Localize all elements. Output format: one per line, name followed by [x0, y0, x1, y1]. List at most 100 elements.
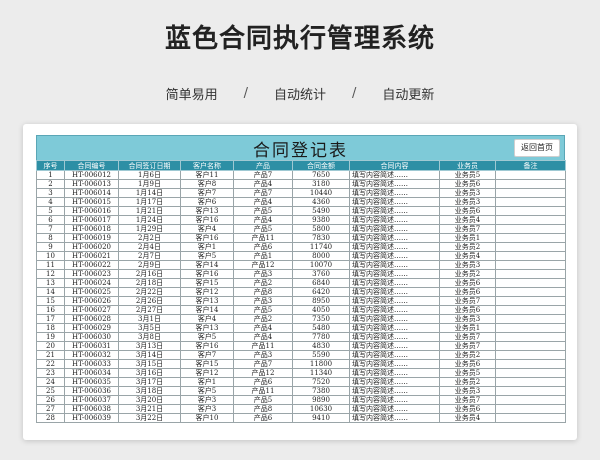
back-home-button[interactable]: 返回首页 [514, 139, 560, 157]
table-cell: 16 [36, 305, 65, 315]
table-cell: 业务员7 [439, 395, 496, 405]
table-cell: 业务员2 [439, 377, 496, 387]
table-cell: 产品3 [233, 269, 293, 279]
table-row: 25 HT-006036 3月18日 客户5 产品11 7380 填写内容简述…… 业务员3 [36, 386, 566, 396]
table-cell: 2 [36, 179, 65, 189]
table-cell: 3月1日 [118, 314, 181, 324]
table-cell: 产品3 [233, 350, 293, 360]
table-cell: 9 [36, 242, 65, 252]
table-cell [495, 179, 566, 189]
table-cell: 3760 [292, 269, 350, 279]
table-cell: 客户16 [180, 215, 234, 225]
table-cell: 业务员7 [439, 296, 496, 306]
table-cell: 产品4 [233, 215, 293, 225]
table-cell: 业务员7 [439, 341, 496, 351]
table-cell: 填写内容简述…… [349, 170, 440, 180]
table-cell: 7380 [292, 386, 350, 396]
table-cell: 产品12 [233, 260, 293, 270]
table-row: 13 HT-006024 2月18日 客户15 产品2 6840 填写内容简述…… 业务员6 [36, 278, 566, 288]
table-cell: 填写内容简述…… [349, 332, 440, 342]
feature-item: 自动统计 [273, 88, 326, 103]
table-cell: 客户13 [180, 206, 234, 216]
table-cell: 18 [36, 323, 65, 333]
table-cell: 业务员6 [439, 179, 496, 189]
table-cell: 5 [36, 206, 65, 216]
table-cell: 1月14日 [118, 188, 181, 198]
table-cell: 客户13 [180, 296, 234, 306]
table-cell: 4 [36, 197, 65, 207]
table-row: 6 HT-006017 1月24日 客户16 产品4 9380 填写内容简述…… 业务员4 [36, 215, 566, 225]
table-cell: HT-006027 [64, 305, 119, 315]
table-cell: 业务员7 [439, 332, 496, 342]
table-row: 27 HT-006038 3月21日 客户3 产品8 10630 填写内容简述…… 业务员6 [36, 404, 566, 414]
table-row: 16 HT-006027 2月27日 客户14 产品5 4050 填写内容简述…… 业务员6 [36, 305, 566, 315]
table-cell: 3月20日 [118, 395, 181, 405]
column-header: 客户名称 [180, 160, 234, 171]
table-cell: 2月9日 [118, 260, 181, 270]
table-cell: 填写内容简述…… [349, 260, 440, 270]
table-cell: 3月16日 [118, 368, 181, 378]
table-cell [495, 197, 566, 207]
table-cell [495, 170, 566, 180]
table-cell: 3 [36, 188, 65, 198]
table-cell: HT-006018 [64, 224, 119, 234]
table-cell: 6420 [292, 287, 350, 297]
table-row: 3 HT-006014 1月14日 客户7 产品7 10440 填写内容简述…… 业务员3 [36, 188, 566, 198]
table-cell: 产品11 [233, 341, 293, 351]
table-cell [495, 359, 566, 369]
table-cell: 客户1 [180, 242, 234, 252]
table-row: 26 HT-006037 3月20日 客户3 产品5 9890 填写内容简述…… 业务员7 [36, 395, 566, 405]
table-cell [495, 287, 566, 297]
table-cell: 填写内容简述…… [349, 350, 440, 360]
table-cell: 3月8日 [118, 332, 181, 342]
table-cell: 3月15日 [118, 359, 181, 369]
table-body: 1 HT-006012 1月6日 客户11 产品7 7650 填写内容简述…… 业务员5 2 HT… [36, 170, 566, 423]
table-header-row: 序号 合同编号 合同签订日期 客户名称 产品 合同金额 合同内容 业务员 备注 [36, 160, 566, 171]
table-cell: 填写内容简述…… [349, 386, 440, 396]
table-cell: 业务员4 [439, 413, 496, 423]
table-cell [495, 404, 566, 414]
sheet-card: 合同登记表 返回首页 序号 合同编号 合同签订日期 客户名称 产品 合同金额 合同内容 业务员… [23, 124, 577, 440]
table-cell: 26 [36, 395, 65, 405]
table-cell: 填写内容简述…… [349, 206, 440, 216]
table-cell: 3180 [292, 179, 350, 189]
table-cell: 产品5 [233, 224, 293, 234]
table-cell: HT-006012 [64, 170, 119, 180]
table-cell: 产品3 [233, 296, 293, 306]
table-cell: 客户7 [180, 188, 234, 198]
table-cell: 业务员6 [439, 206, 496, 216]
table-row: 14 HT-006025 2月22日 客户12 产品8 6420 填写内容简述…… 业务员6 [36, 287, 566, 297]
table-cell: 业务员5 [439, 170, 496, 180]
table-cell: HT-006035 [64, 377, 119, 387]
table-cell: 1月17日 [118, 197, 181, 207]
table-cell: 客户16 [180, 233, 234, 243]
table-cell [495, 413, 566, 423]
table-cell: 5480 [292, 323, 350, 333]
table-cell: 产品8 [233, 287, 293, 297]
table-row: 7 HT-006018 1月29日 客户4 产品5 5800 填写内容简述…… 业务员7 [36, 224, 566, 234]
table-cell: 9380 [292, 215, 350, 225]
table-cell: 产品4 [233, 179, 293, 189]
table-cell: HT-006032 [64, 350, 119, 360]
table-cell: HT-006039 [64, 413, 119, 423]
table-cell: 15 [36, 296, 65, 306]
table-cell: 1月6日 [118, 170, 181, 180]
table-row: 11 HT-006022 2月9日 客户14 产品12 10070 填写内容简述…… 业务员3 [36, 260, 566, 270]
table-cell: HT-006022 [64, 260, 119, 270]
feature-item: 自动更新 [382, 88, 435, 103]
table-cell: HT-006028 [64, 314, 119, 324]
table-cell: 产品6 [233, 377, 293, 387]
table-cell: 填写内容简述…… [349, 323, 440, 333]
table-cell: HT-006029 [64, 323, 119, 333]
table-cell: 客户13 [180, 323, 234, 333]
table-cell: 2月27日 [118, 305, 181, 315]
table-cell: 业务员7 [439, 224, 496, 234]
table-cell: HT-006033 [64, 359, 119, 369]
table-cell: 5590 [292, 350, 350, 360]
table-cell [495, 251, 566, 261]
table-cell: 8 [36, 233, 65, 243]
table-cell: 客户12 [180, 287, 234, 297]
table-cell: 7650 [292, 170, 350, 180]
table-cell: 9890 [292, 395, 350, 405]
table-cell: HT-006036 [64, 386, 119, 396]
